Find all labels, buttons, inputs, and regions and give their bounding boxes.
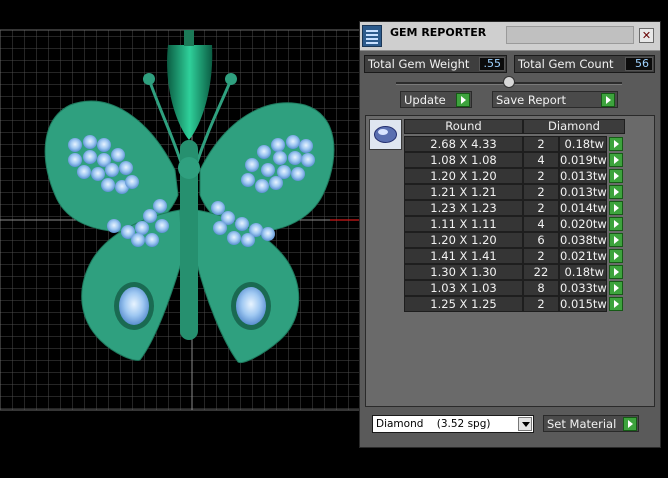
update-button-label: Update bbox=[404, 93, 446, 107]
gem-count-cell: 4 bbox=[523, 216, 559, 232]
table-row[interactable]: 1.41 X 1.41 2 0.021tw bbox=[404, 248, 628, 264]
gem-weight-cell: 0.18tw bbox=[559, 136, 607, 152]
gem-size-cell: 1.23 X 1.23 bbox=[404, 200, 523, 216]
gem-count-cell: 2 bbox=[523, 296, 559, 312]
gem-size-cell: 1.20 X 1.20 bbox=[404, 168, 523, 184]
gem-count-cell: 4 bbox=[523, 152, 559, 168]
play-arrow-icon[interactable] bbox=[609, 217, 623, 231]
slider-knob[interactable] bbox=[503, 76, 515, 88]
gem-weight-cell: 0.021tw bbox=[559, 248, 607, 264]
oval-gem-icon[interactable] bbox=[369, 119, 402, 150]
play-arrow-icon[interactable] bbox=[609, 169, 623, 183]
total-gem-weight: Total Gem Weight .55 bbox=[364, 55, 507, 73]
play-arrow-icon bbox=[623, 417, 637, 431]
table-row[interactable]: 1.11 X 1.11 4 0.020tw bbox=[404, 216, 628, 232]
table-row[interactable]: 1.20 X 1.20 6 0.038tw bbox=[404, 232, 628, 248]
table-row[interactable]: 2.68 X 4.33 2 0.18tw bbox=[404, 136, 628, 152]
play-arrow-icon[interactable] bbox=[609, 185, 623, 199]
gem-size-cell: 1.03 X 1.03 bbox=[404, 280, 523, 296]
play-arrow-icon bbox=[601, 93, 615, 107]
table-row[interactable]: 1.30 X 1.30 22 0.18tw bbox=[404, 264, 628, 280]
gem-size-cell: 1.11 X 1.11 bbox=[404, 216, 523, 232]
play-arrow-icon bbox=[456, 93, 470, 107]
gem-weight-cell: 0.18tw bbox=[559, 264, 607, 280]
total-gem-count-label: Total Gem Count bbox=[518, 57, 614, 71]
save-report-button-label: Save Report bbox=[496, 93, 567, 107]
gem-size-cell: 1.20 X 1.20 bbox=[404, 232, 523, 248]
gem-count-cell: 2 bbox=[523, 248, 559, 264]
gem-count-cell: 2 bbox=[523, 200, 559, 216]
gem-size-cell: 1.41 X 1.41 bbox=[404, 248, 523, 264]
update-button[interactable]: Update bbox=[400, 91, 472, 108]
table-row[interactable]: 1.23 X 1.23 2 0.014tw bbox=[404, 200, 628, 216]
gem-count-cell: 22 bbox=[523, 264, 559, 280]
table-row[interactable]: 1.03 X 1.03 8 0.033tw bbox=[404, 280, 628, 296]
title-spacer bbox=[506, 26, 634, 44]
play-arrow-icon[interactable] bbox=[609, 297, 623, 311]
gem-size-cell: 1.21 X 1.21 bbox=[404, 184, 523, 200]
play-arrow-icon[interactable] bbox=[609, 137, 623, 151]
material-select-value: Diamond (3.52 spg) bbox=[376, 418, 491, 430]
table-row[interactable]: 1.25 X 1.25 2 0.015tw bbox=[404, 296, 628, 312]
gem-weight-cell: 0.014tw bbox=[559, 200, 607, 216]
play-arrow-icon[interactable] bbox=[609, 233, 623, 247]
total-gem-count: Total Gem Count 56 bbox=[514, 55, 655, 73]
gem-weight-cell: 0.013tw bbox=[559, 184, 607, 200]
gem-weight-cell: 0.038tw bbox=[559, 232, 607, 248]
gem-weight-cell: 0.015tw bbox=[559, 296, 607, 312]
gem-size-cell: 1.25 X 1.25 bbox=[404, 296, 523, 312]
gem-weight-cell: 0.013tw bbox=[559, 168, 607, 184]
panel-title: GEM REPORTER bbox=[390, 26, 487, 39]
set-material-button[interactable]: Set Material bbox=[543, 415, 639, 432]
gem-size-cell: 2.68 X 4.33 bbox=[404, 136, 523, 152]
play-arrow-icon[interactable] bbox=[609, 281, 623, 295]
gem-weight-cell: 0.033tw bbox=[559, 280, 607, 296]
gem-weight-cell: 0.019tw bbox=[559, 152, 607, 168]
gem-size-cell: 1.08 X 1.08 bbox=[404, 152, 523, 168]
gem-size-cell: 1.30 X 1.30 bbox=[404, 264, 523, 280]
column-header-round: Round bbox=[404, 119, 523, 134]
table-row[interactable]: 1.08 X 1.08 4 0.019tw bbox=[404, 152, 628, 168]
play-arrow-icon[interactable] bbox=[609, 153, 623, 167]
play-arrow-icon[interactable] bbox=[609, 249, 623, 263]
gem-count-cell: 6 bbox=[523, 232, 559, 248]
chevron-down-icon[interactable] bbox=[518, 417, 532, 431]
gem-reporter-panel: GEM REPORTER ✕ Total Gem Weight .55 Tota… bbox=[359, 21, 661, 448]
table-row[interactable]: 1.20 X 1.20 2 0.013tw bbox=[404, 168, 628, 184]
gem-count-cell: 2 bbox=[523, 168, 559, 184]
save-report-button[interactable]: Save Report bbox=[492, 91, 618, 108]
gem-weight-cell: 0.020tw bbox=[559, 216, 607, 232]
close-icon[interactable]: ✕ bbox=[639, 28, 654, 43]
gem-count-cell: 2 bbox=[523, 136, 559, 152]
gem-count-cell: 2 bbox=[523, 184, 559, 200]
gem-list[interactable]: Round Diamond 2.68 X 4.33 2 0.18tw 1.08 X 1… bbox=[365, 115, 655, 407]
gem-count-cell: 8 bbox=[523, 280, 559, 296]
material-select[interactable]: Diamond (3.52 spg) bbox=[372, 415, 534, 433]
report-icon bbox=[362, 25, 382, 47]
set-material-button-label: Set Material bbox=[547, 417, 617, 431]
title-bar[interactable]: GEM REPORTER ✕ bbox=[360, 22, 660, 51]
total-gem-count-value: 56 bbox=[625, 57, 653, 71]
play-arrow-icon[interactable] bbox=[609, 265, 623, 279]
column-header-diamond: Diamond bbox=[523, 119, 625, 134]
total-gem-weight-value: .55 bbox=[479, 57, 505, 71]
play-arrow-icon[interactable] bbox=[609, 201, 623, 215]
total-gem-weight-label: Total Gem Weight bbox=[368, 57, 470, 71]
table-row[interactable]: 1.21 X 1.21 2 0.013tw bbox=[404, 184, 628, 200]
